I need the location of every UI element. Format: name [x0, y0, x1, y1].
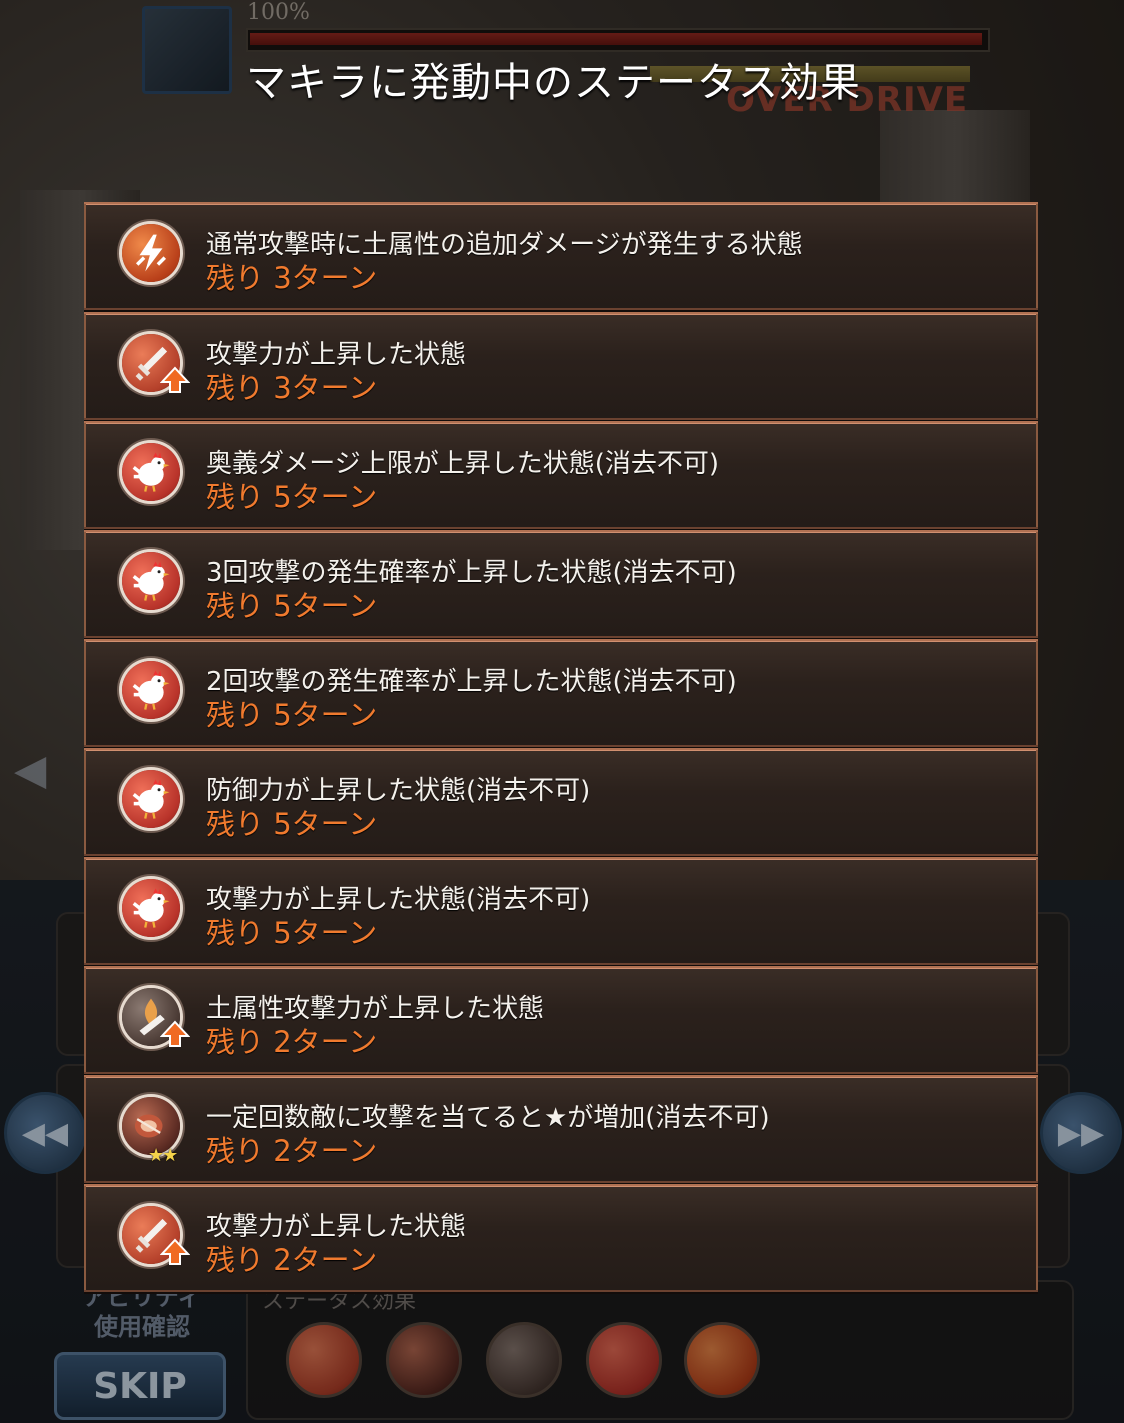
status-effect-turns-remaining: 残り 2ターン [206, 1025, 378, 1059]
status-effect-row[interactable]: 攻撃力が上昇した状態(消去不可) 残り 5ターン [84, 857, 1038, 965]
status-effect-row[interactable]: 通常攻撃時に土属性の追加ダメージが発生する状態 残り 3ターン [84, 202, 1038, 310]
chicken-icon [122, 552, 180, 610]
status-effect-row[interactable]: 3回攻撃の発生確率が上昇した状態(消去不可) 残り 5ターン [84, 530, 1038, 638]
status-effect-turns-remaining: 残り 5ターン [206, 589, 378, 623]
status-effect-turns-remaining: 残り 3ターン [206, 371, 378, 405]
status-effect-turns-remaining: 残り 5ターン [206, 480, 378, 514]
status-effect-row[interactable]: 攻撃力が上昇した状態 残り 3ターン [84, 312, 1038, 420]
status-effect-turns-remaining: 残り 2ターン [206, 1243, 378, 1277]
dialog-title: マキラに発動中のステータス効果 [246, 60, 861, 106]
status-effect-turns-remaining: 残り 5ターン [206, 698, 378, 732]
chicken-icon [122, 770, 180, 828]
stars-icon: ★★ [148, 1145, 178, 1166]
chicken-icon [122, 879, 180, 937]
chicken-icon [122, 661, 180, 719]
status-effect-row[interactable]: 奥義ダメージ上限が上昇した状態(消去不可) 残り 5ターン [84, 421, 1038, 529]
status-effect-row[interactable]: ★★ 一定回数敵に攻撃を当てると★が増加(消去不可) 残り 2ターン [84, 1075, 1038, 1183]
status-effect-turns-remaining: 残り 2ターン [206, 1134, 378, 1168]
status-effect-turns-remaining: 残り 5ターン [206, 916, 378, 950]
status-effect-row[interactable]: 攻撃力が上昇した状態 残り 2ターン [84, 1184, 1038, 1292]
chicken-icon [122, 443, 180, 501]
status-effect-turns-remaining: 残り 5ターン [206, 807, 378, 841]
status-effect-row[interactable]: 2回攻撃の発生確率が上昇した状態(消去不可) 残り 5ターン [84, 639, 1038, 747]
status-effect-turns-remaining: 残り 3ターン [206, 261, 378, 295]
lightning-icon [122, 224, 180, 282]
status-effect-row[interactable]: 土属性攻撃力が上昇した状態 残り 2ターン [84, 966, 1038, 1074]
status-effect-row[interactable]: 防御力が上昇した状態(消去不可) 残り 5ターン [84, 748, 1038, 856]
